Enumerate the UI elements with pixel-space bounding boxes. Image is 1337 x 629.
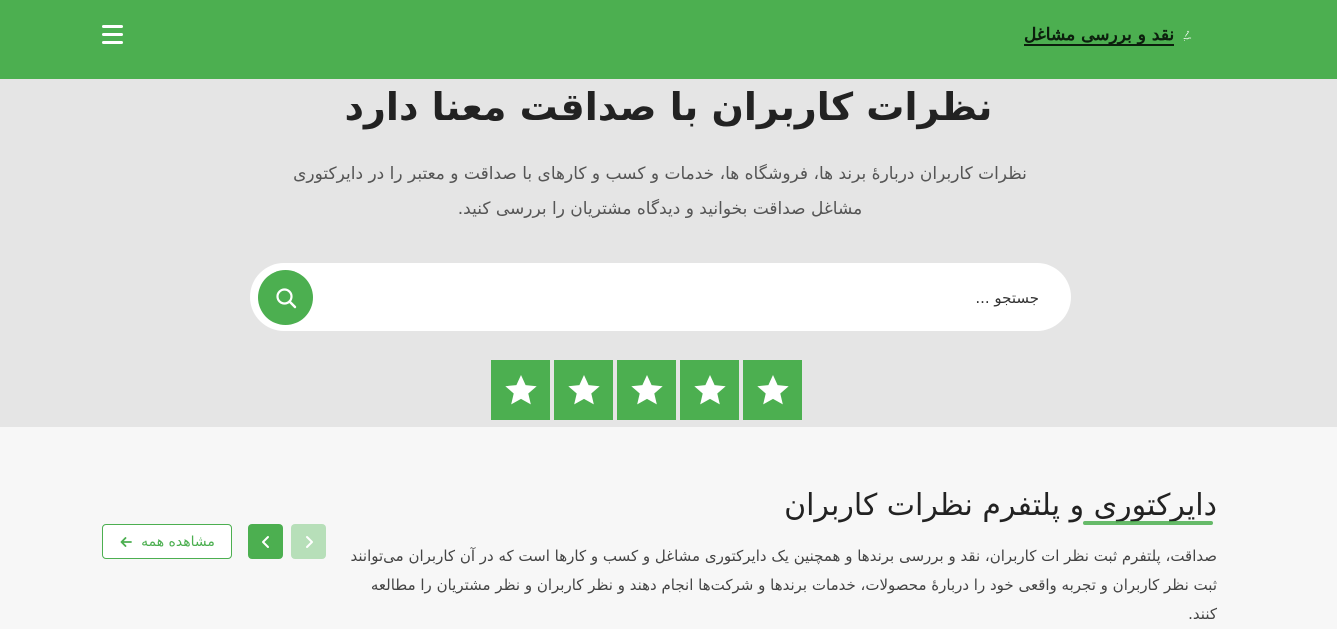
hero-description: نظرات کاربران دربارۀ برند ها، فروشگاه ها…: [293, 164, 1027, 219]
star-icon: [680, 360, 739, 420]
title-underline: [1083, 521, 1213, 525]
chevron-right-icon: [305, 535, 313, 548]
star-icon: [617, 360, 676, 420]
star-icon: [743, 360, 802, 420]
rating-stars: [491, 360, 802, 420]
view-all-button[interactable]: مشاهده همه: [102, 524, 232, 559]
top-header: نقد و بررسی مشاغل: [0, 0, 1337, 79]
logo-mark-icon: [1183, 30, 1192, 41]
section-title: دایرکتوری و پلتفرم نظرات کاربران: [784, 488, 1217, 523]
view-all-label: مشاهده همه: [141, 533, 215, 550]
star-icon: [491, 360, 550, 420]
hero-title: نظرات کاربران با صداقت معنا دارد: [344, 85, 993, 129]
logo-text: نقد و بررسی مشاغل: [1024, 25, 1175, 46]
search-icon: [275, 287, 296, 308]
hamburger-menu-icon: [101, 24, 123, 28]
site-logo[interactable]: نقد و بررسی مشاغل: [1024, 14, 1192, 58]
search-bar: [250, 263, 1071, 331]
star-icon: [554, 360, 613, 420]
carousel-next-button[interactable]: [248, 524, 283, 559]
section-description: صداقت، پلتفرم ثبت نظر ات کاربران، نقد و …: [350, 547, 1218, 623]
hero-section: نظرات کاربران با صداقت معنا دارد نظرات ک…: [0, 79, 1337, 427]
chevron-left-icon: [261, 535, 269, 548]
menu-button[interactable]: [96, 18, 128, 50]
search-button[interactable]: [258, 270, 313, 325]
arrow-left-icon: [120, 536, 133, 547]
carousel-prev-button[interactable]: [291, 524, 326, 559]
search-input[interactable]: [337, 277, 1041, 319]
